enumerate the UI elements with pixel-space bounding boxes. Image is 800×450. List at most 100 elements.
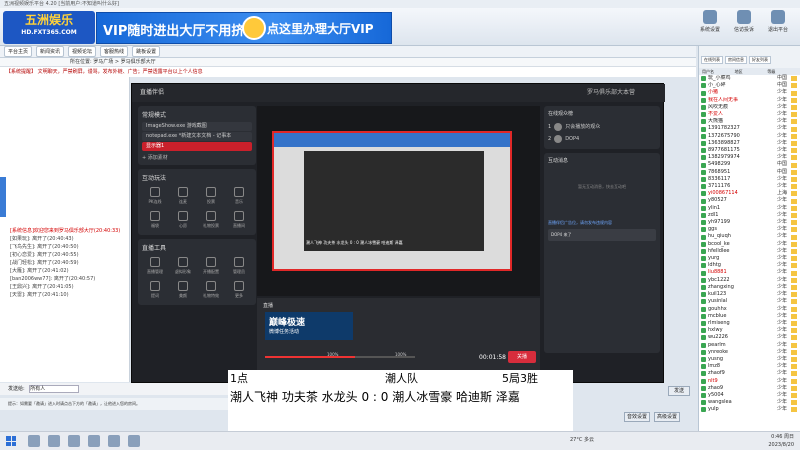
stream-preview[interactable]: 潮人飞神 功夫茶 水龙头 0 : 0 潮人冰雪豪 哈迪斯 泽嘉 <box>257 106 540 296</box>
user-row[interactable]: 8336117 少年 <box>699 176 800 183</box>
user-row[interactable]: y80527 少年 <box>699 197 800 204</box>
user-list-header: 在线列表 房间信息 好友列表 <box>699 46 800 68</box>
add-source-button[interactable]: + 添加素材 <box>142 154 252 161</box>
interact-items-button[interactable]: 音乐 <box>226 185 252 207</box>
system-settings-button[interactable]: 系统设置 <box>696 10 724 40</box>
tool-items-button[interactable]: 开播配置 <box>198 255 224 277</box>
user-row[interactable]: 5498299 中国 <box>699 161 800 168</box>
user-row[interactable]: ynreoke 少年 <box>699 349 800 356</box>
ranking-row[interactable]: 1 只会播放的观众 <box>548 121 656 133</box>
toolbar-news[interactable]: 新闻资讯 <box>36 46 65 57</box>
tool-items-button[interactable]: 提词 <box>142 279 168 301</box>
send-button[interactable]: 发送 <box>668 386 690 396</box>
user-row[interactable]: 7868951 中国 <box>699 169 800 176</box>
user-row[interactable]: 我在人间无事 少年 <box>699 97 800 104</box>
stop-live-button[interactable]: 关播 <box>508 351 536 363</box>
vip-ad-banner[interactable]: VIP随时进出大厅不用挤 点这里办理大厅VIP <box>96 12 392 44</box>
scene-label[interactable]: 常规模式 <box>142 110 252 119</box>
toolbar-home[interactable]: 平台主页 <box>4 46 33 57</box>
user-row[interactable]: yulp 少年 <box>699 406 800 413</box>
interact-items-button[interactable]: 投票 <box>198 185 224 207</box>
user-row[interactable]: wu2226 少年 <box>699 334 800 341</box>
tab-friends[interactable]: 好友列表 <box>749 56 771 64</box>
complaint-button[interactable]: 信访投诉 <box>730 10 758 40</box>
interact-items-button[interactable]: PK连线 <box>142 185 168 207</box>
user-row[interactable]: 1363898827 少年 <box>699 140 800 147</box>
tab-room-info[interactable]: 房间信息 <box>725 56 747 64</box>
screen-capture-preview: 潮人飞神 功夫茶 水龙头 0 : 0 潮人冰雪豪 哈迪斯 泽嘉 <box>272 131 512 271</box>
user-area: 少年 <box>777 96 788 103</box>
source-item-selected[interactable]: 显示器1 <box>142 142 252 151</box>
user-row[interactable]: nlt9 少年 <box>699 378 800 385</box>
toolbar-service[interactable]: 客服热线 <box>100 46 129 57</box>
interact-items-button[interactable]: 连麦 <box>170 185 196 207</box>
user-row[interactable]: 1391782327 少年 <box>699 125 800 132</box>
tool-items-button[interactable]: 虚拟形象 <box>170 255 196 277</box>
brand-logo[interactable]: 五洲娱乐 HD.FXT365.COM <box>3 11 95 44</box>
speed-sub: 微博任务活动 <box>269 329 300 335</box>
user-row[interactable]: zhaof9 少年 <box>699 370 800 377</box>
app-icon[interactable] <box>108 435 120 447</box>
tab-online[interactable]: 在线列表 <box>701 56 723 64</box>
tool-items-button[interactable]: 更多 <box>226 279 252 301</box>
user-row[interactable]: hfelldlee 少年 <box>699 248 800 255</box>
user-row[interactable]: pearlm 少年 <box>699 342 800 349</box>
interact-items-button[interactable]: 直播间 <box>226 209 252 231</box>
tool-items-button[interactable]: 美颜 <box>170 279 196 301</box>
feature-label: 虚拟形象 <box>175 269 191 274</box>
chat-side-tab[interactable] <box>0 177 6 217</box>
col-level[interactable]: 等级 <box>767 68 800 75</box>
volume-slider[interactable]: 100% 100% <box>265 352 415 358</box>
level-badge-icon <box>791 407 797 413</box>
user-name: gouhhx <box>708 305 727 312</box>
tool-items-button[interactable]: 礼物特效 <box>198 279 224 301</box>
feature-label: 提词 <box>151 293 159 298</box>
user-row[interactable]: 风吹无痕 少年 <box>699 104 800 111</box>
weather-widget[interactable]: 27°C 多云 <box>570 436 594 443</box>
level-badge-icon <box>791 248 797 254</box>
user-row[interactable]: hu_qiuqh 少年 <box>699 233 800 240</box>
user-name: hxlwy <box>708 327 723 334</box>
tool-items-button[interactable]: 管理员 <box>226 255 252 277</box>
chat-line: [飞鸟先生]: 离开了(20:40:50) <box>10 244 79 250</box>
user-row[interactable]: zdl1 少年 <box>699 212 800 219</box>
windows-start-icon[interactable] <box>6 436 16 446</box>
user-row[interactable]: bcool_ke 少年 <box>699 241 800 248</box>
user-row[interactable]: gouhhx 少年 <box>699 306 800 313</box>
folder-icon[interactable] <box>88 435 100 447</box>
user-row[interactable]: yusinlal 少年 <box>699 298 800 305</box>
source-item[interactable]: ImageShow.exe 游戏截图 <box>142 122 252 131</box>
tool-items-button[interactable]: 直播管理 <box>142 255 168 277</box>
interact-items-button[interactable]: 礼物投票 <box>198 209 224 231</box>
search-icon[interactable] <box>28 435 40 447</box>
stream-account[interactable]: 罗马俱乐部大本营 <box>587 84 635 102</box>
ranking-row[interactable]: 2 DOP4 <box>548 133 656 145</box>
source-item[interactable]: notepad.exe *新建文本文档 - 记事本 <box>142 132 252 141</box>
exit-button[interactable]: 退出平台 <box>764 10 792 40</box>
interact-items-button[interactable]: 福袋 <box>142 209 168 231</box>
level-badge-icon <box>791 313 797 319</box>
system-clock[interactable]: 0:46 周日 2023/8/20 <box>768 433 794 449</box>
user-row[interactable]: 1372675790 少年 <box>699 133 800 140</box>
advanced-settings-button[interactable]: 高级设置 <box>654 412 680 422</box>
user-row[interactable]: ylin1 少年 <box>699 205 800 212</box>
recipient-select[interactable]: 所有人 <box>29 384 80 393</box>
toolbar-settings[interactable]: 跳板设置 <box>132 46 161 57</box>
user-row[interactable]: 小猪 少年 <box>699 89 800 96</box>
speed-promo[interactable]: 巅峰极速 微博任务活动 <box>265 312 353 340</box>
user-list-columns: 用户名 地区 等级 <box>699 68 800 75</box>
app-icon[interactable] <box>128 435 140 447</box>
toolbar-forum[interactable]: 视频论坛 <box>68 46 97 57</box>
task-view-icon[interactable] <box>48 435 60 447</box>
user-row[interactable]: ybc1222 少年 <box>699 277 800 284</box>
user-row[interactable]: liu8881 少年 <box>699 269 800 276</box>
interact-items-button[interactable]: 心愿 <box>170 209 196 231</box>
level-badge-icon <box>791 284 797 290</box>
col-username[interactable]: 用户名 <box>702 68 735 75</box>
browser-icon[interactable] <box>68 435 80 447</box>
user-row[interactable]: zhao9 少年 <box>699 385 800 392</box>
user-row[interactable]: mcblue 少年 <box>699 313 800 320</box>
col-area[interactable]: 地区 <box>735 68 768 75</box>
user-row[interactable]: zhangxing 少年 <box>699 284 800 291</box>
sound-settings-button[interactable]: 音效设置 <box>624 412 650 422</box>
